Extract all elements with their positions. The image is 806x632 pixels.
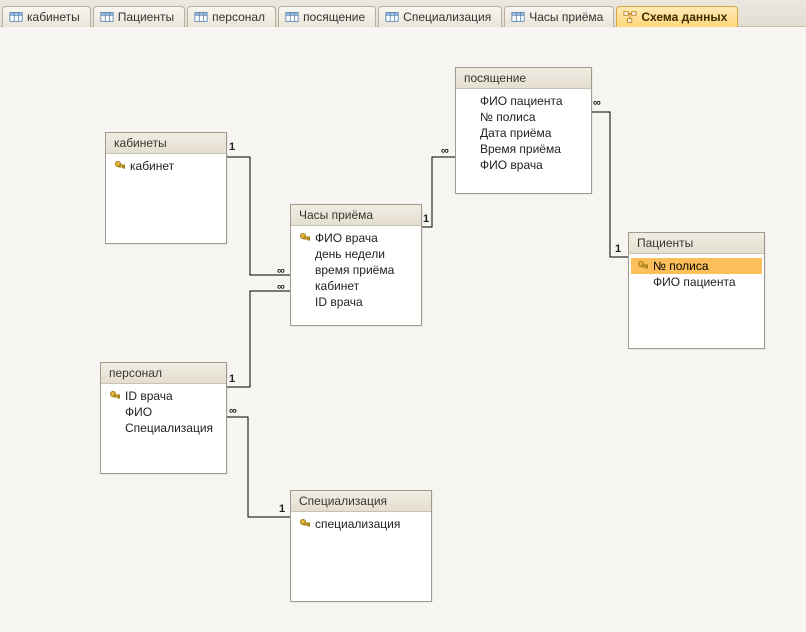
tab-label: Схема данных [641, 10, 727, 24]
field-name: день недели [315, 247, 385, 261]
tab-chasy[interactable]: Часы приёма [504, 6, 614, 27]
table-body: кабинет [106, 154, 226, 178]
field-name: № полиса [480, 110, 536, 124]
table-icon [100, 10, 114, 24]
field-name: № полиса [653, 259, 709, 273]
table-icon [9, 10, 23, 24]
tab-kabinety[interactable]: кабинеты [2, 6, 91, 27]
tab-personal[interactable]: персонал [187, 6, 276, 27]
tab-label: посящение [303, 10, 365, 24]
tab-pacienty[interactable]: Пациенты [93, 6, 185, 27]
table-icon [285, 10, 299, 24]
field-row[interactable]: день недели [293, 246, 419, 262]
table-chasy[interactable]: Часы приёма ФИО врача день недели время … [290, 204, 422, 326]
field-row[interactable]: ФИО пациента [631, 274, 762, 290]
cardinality-one: 1 [422, 213, 430, 225]
field-name: Специализация [125, 421, 213, 435]
field-name: Дата приёма [480, 126, 551, 140]
cardinality-many: ∞ [440, 145, 450, 157]
cardinality-one: 1 [614, 243, 622, 255]
table-icon [194, 10, 208, 24]
primary-key-icon [299, 232, 311, 244]
table-pacienty[interactable]: Пациенты № полиса ФИО пациента [628, 232, 765, 349]
table-body: специализация [291, 512, 431, 536]
field-row[interactable]: № полиса [631, 258, 762, 274]
table-body: ID врача ФИО Специализация [101, 384, 226, 440]
field-name: ФИО врача [480, 158, 543, 172]
field-row[interactable]: ФИО пациента [458, 93, 589, 109]
table-title: посящение [456, 68, 591, 89]
table-body: ФИО пациента № полиса Дата приёма Время … [456, 89, 591, 177]
primary-key-icon [299, 518, 311, 530]
field-name: кабинет [130, 159, 174, 173]
table-title: кабинеты [106, 133, 226, 154]
table-title: персонал [101, 363, 226, 384]
field-row[interactable]: кабинет [108, 158, 224, 174]
table-icon [511, 10, 525, 24]
table-title: Часы приёма [291, 205, 421, 226]
tab-schema[interactable]: Схема данных [616, 6, 738, 27]
field-name: ID врача [315, 295, 363, 309]
relationships-icon [623, 10, 637, 24]
tab-bar: кабинеты Пациенты персонал посящение Спе… [0, 0, 806, 27]
tab-label: Часы приёма [529, 10, 603, 24]
field-row[interactable]: Специализация [103, 420, 224, 436]
tab-posyashenie[interactable]: посящение [278, 6, 376, 27]
tab-specializaciya[interactable]: Специализация [378, 6, 502, 27]
field-row[interactable]: № полиса [458, 109, 589, 125]
table-body: № полиса ФИО пациента [629, 254, 764, 294]
field-row[interactable]: время приёма [293, 262, 419, 278]
tab-label: Пациенты [118, 10, 174, 24]
cardinality-many: ∞ [276, 265, 286, 277]
cardinality-one: 1 [228, 141, 236, 153]
table-title: Пациенты [629, 233, 764, 254]
field-name: кабинет [315, 279, 359, 293]
cardinality-many: ∞ [276, 281, 286, 293]
field-row[interactable]: ID врача [103, 388, 224, 404]
cardinality-many: ∞ [228, 405, 238, 417]
field-row[interactable]: ФИО врача [458, 157, 589, 173]
tab-label: Специализация [403, 10, 491, 24]
table-body: ФИО врача день недели время приёма кабин… [291, 226, 421, 314]
primary-key-icon [637, 260, 649, 272]
field-row[interactable]: специализация [293, 516, 429, 532]
tab-label: персонал [212, 10, 265, 24]
field-row[interactable]: ФИО врача [293, 230, 419, 246]
field-name: время приёма [315, 263, 394, 277]
field-name: Время приёма [480, 142, 561, 156]
table-icon [385, 10, 399, 24]
table-posyashenie[interactable]: посящение ФИО пациента № полиса Дата при… [455, 67, 592, 194]
primary-key-icon [109, 390, 121, 402]
table-personal[interactable]: персонал ID врача ФИО Специализация [100, 362, 227, 474]
field-row[interactable]: Время приёма [458, 141, 589, 157]
field-name: ФИО [125, 405, 152, 419]
field-row[interactable]: кабинет [293, 278, 419, 294]
field-name: ФИО пациента [480, 94, 563, 108]
field-row[interactable]: ID врача [293, 294, 419, 310]
cardinality-one: 1 [228, 373, 236, 385]
primary-key-icon [114, 160, 126, 172]
field-row[interactable]: ФИО [103, 404, 224, 420]
field-name: ФИО пациента [653, 275, 736, 289]
table-specializaciya[interactable]: Специализация специализация [290, 490, 432, 602]
relationships-canvas[interactable]: 1 ∞ 1 ∞ ∞ 1 1 ∞ ∞ 1 кабинеты кабинет Час… [0, 27, 806, 632]
table-kabinety[interactable]: кабинеты кабинет [105, 132, 227, 244]
cardinality-one: 1 [278, 503, 286, 515]
field-name: ФИО врача [315, 231, 378, 245]
field-name: ID врача [125, 389, 173, 403]
tab-label: кабинеты [27, 10, 80, 24]
table-title: Специализация [291, 491, 431, 512]
field-row[interactable]: Дата приёма [458, 125, 589, 141]
cardinality-many: ∞ [592, 97, 602, 109]
field-name: специализация [315, 517, 400, 531]
